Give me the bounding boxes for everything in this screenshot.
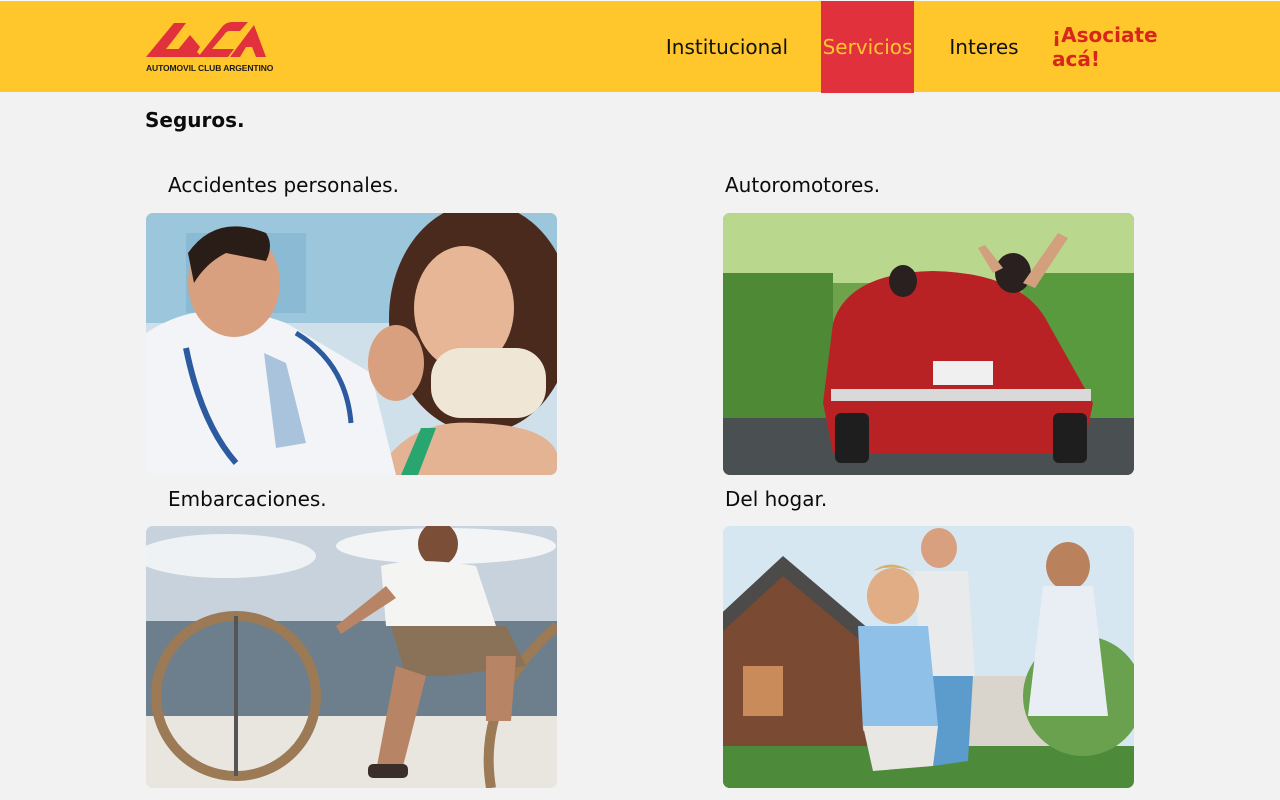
page-title: Seguros.	[145, 108, 245, 132]
photo-embarcaciones[interactable]	[146, 526, 557, 788]
aca-logo[interactable]: AUTOMOVIL CLUB ARGENTINO	[144, 17, 274, 77]
card-title-hogar[interactable]: Del hogar.	[725, 487, 827, 511]
photo-accidentes-personales[interactable]	[146, 213, 557, 475]
photo-del-hogar[interactable]	[723, 526, 1134, 788]
top-navigation-bar: AUTOMOVIL CLUB ARGENTINO Institucional S…	[0, 0, 1280, 93]
photo-autoromotores[interactable]	[723, 213, 1134, 475]
card-title-embarcaciones[interactable]: Embarcaciones.	[168, 487, 327, 511]
nav-item-institucional[interactable]: Institucional	[652, 1, 802, 93]
logo-subtitle: AUTOMOVIL CLUB ARGENTINO	[146, 63, 274, 73]
nav-item-servicios[interactable]: Servicios	[821, 1, 914, 93]
nav-item-interes[interactable]: Interes	[932, 1, 1036, 93]
nav-item-asociate-cta[interactable]: ¡Asociate acá!	[1052, 1, 1202, 93]
aca-logo-mark	[146, 22, 266, 57]
card-title-accidentes[interactable]: Accidentes personales.	[168, 173, 399, 197]
card-title-autoromotores[interactable]: Autoromotores.	[725, 173, 880, 197]
